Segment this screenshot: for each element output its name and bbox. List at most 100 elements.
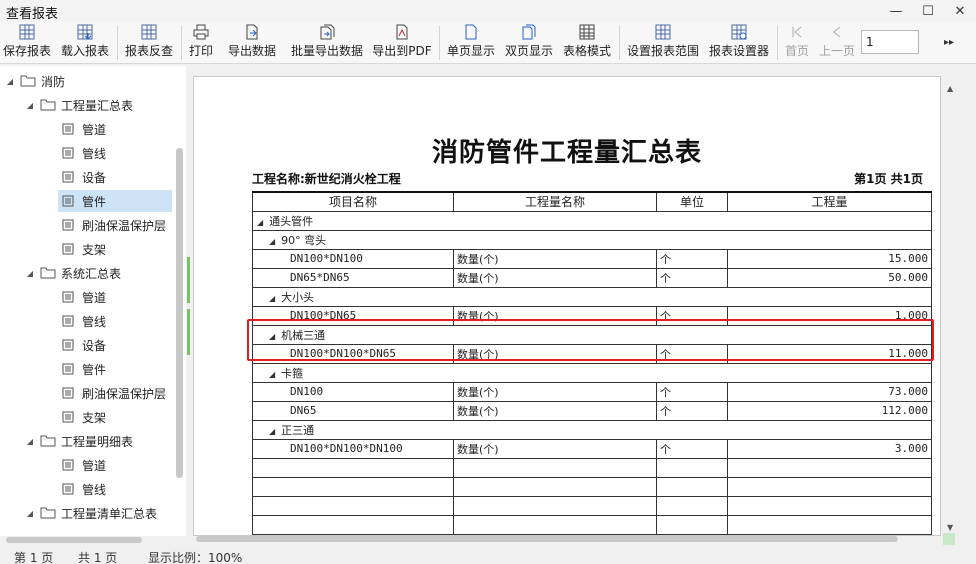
tree-group[interactable]: ◢ 系统汇总表 [24, 262, 121, 284]
collapse-arrow-icon[interactable]: ◢ [24, 101, 36, 110]
folder-icon [40, 267, 56, 279]
header-quantity: 工程量 [727, 191, 932, 212]
first-page-button[interactable]: 首页 [782, 24, 812, 62]
tree-group-label: 工程量汇总表 [61, 98, 134, 113]
tree-item[interactable]: 管件 [58, 190, 172, 212]
table-mode-button[interactable]: 表格模式 [560, 24, 614, 62]
folder-icon [40, 507, 56, 519]
tree-group-label: 工程量清单汇总表 [61, 506, 158, 521]
export-data-button[interactable]: 导出数据 [224, 24, 280, 62]
report-page-icon [62, 243, 74, 255]
tree-root[interactable]: ◢ 消防 [4, 70, 65, 92]
tree-item[interactable]: 管线 [58, 142, 114, 164]
tree-item[interactable]: 刷油保温保护层 [58, 382, 174, 404]
report-horizontal-scrollbar[interactable] [196, 536, 898, 542]
scroll-up-icon[interactable]: ▲ [947, 84, 953, 93]
report-reverse-button[interactable]: 报表反查 [122, 24, 176, 62]
single-page-button[interactable]: 单页显示 [444, 24, 498, 62]
group-cell[interactable]: ◢ 大小头 [252, 286, 932, 307]
load-report-button[interactable]: 载入报表 [58, 24, 112, 62]
quantity-cell: 1.000 [727, 305, 932, 326]
report-page-icon [62, 147, 74, 159]
collapse-arrow-icon[interactable]: ◢ [24, 509, 36, 518]
quantity-name-cell: 数量(个) [453, 343, 657, 364]
page-number-input[interactable] [861, 30, 919, 54]
collapse-arrow-icon[interactable]: ◢ [4, 77, 16, 86]
group-cell[interactable]: ◢ 正三通 [252, 419, 932, 440]
report-page-icon [62, 123, 74, 135]
export-pdf-button[interactable]: 导出到PDF [370, 24, 434, 62]
expand-arrow-icon[interactable]: ◢ [269, 370, 275, 379]
tree-item-label: 管道 [82, 290, 107, 305]
unit-cell: 个 [656, 267, 728, 288]
table-row: ◢ 90° 弯头 [252, 229, 932, 250]
tree-item[interactable]: 支架 [58, 406, 114, 428]
report-page-icon [62, 315, 74, 327]
group-cell[interactable]: ◢ 机械三通 [252, 324, 932, 345]
maximize-icon[interactable]: ☐ [912, 0, 944, 22]
tree-item-label: 支架 [82, 242, 107, 257]
grid-settings-icon [731, 24, 747, 40]
item-name-cell: DN100*DN100*DN100 [252, 438, 454, 459]
set-range-button[interactable]: 设置报表范围 [624, 24, 702, 62]
tree-item[interactable]: 管道 [58, 286, 114, 308]
report-page-icon [62, 411, 74, 423]
save-report-button[interactable]: 保存报表 [2, 24, 52, 62]
close-icon[interactable]: ✕ [944, 0, 976, 22]
tree-item[interactable]: 管件 [58, 358, 114, 380]
tree-item[interactable]: 管道 [58, 454, 114, 476]
tree-horizontal-scrollbar[interactable] [6, 537, 142, 543]
single-page-icon [465, 24, 477, 40]
tree-item[interactable]: 刷油保温保护层 [58, 214, 174, 236]
collapse-arrow-icon[interactable]: ◢ [24, 269, 36, 278]
tree-group[interactable]: ◢ 工程量汇总表 [24, 94, 133, 116]
item-name-cell: DN100*DN65 [252, 305, 454, 326]
tree-group-label: 系统汇总表 [61, 266, 122, 281]
tree-item[interactable]: 设备 [58, 334, 114, 356]
report-page-icon [62, 483, 74, 495]
header-item-name: 项目名称 [252, 191, 454, 212]
tree-item[interactable]: 管道 [58, 118, 114, 140]
item-name-cell: DN100 [252, 381, 454, 402]
pdf-icon [396, 24, 408, 40]
expand-arrow-icon[interactable]: ◢ [269, 427, 275, 436]
batch-export-button[interactable]: 批量导出数据 [288, 24, 366, 62]
toolbar-separator [117, 26, 118, 60]
table-row: DN100*DN100 数量(个) 个 15.000 [252, 248, 932, 269]
tree-group[interactable]: ◢ 工程量清单汇总表 [24, 502, 157, 524]
prev-page-button[interactable]: 上一页 [816, 24, 858, 62]
group-cell[interactable]: ◢ 卡箍 [252, 362, 932, 383]
tree-item-label: 设备 [82, 170, 107, 185]
table-row: ◢ 卡箍 [252, 362, 932, 383]
double-page-button[interactable]: 双页显示 [502, 24, 556, 62]
quantity-cell: 50.000 [727, 267, 932, 288]
toolbar-overflow-icon[interactable]: ▸▸ [944, 37, 954, 48]
expand-arrow-icon[interactable]: ◢ [269, 332, 275, 341]
minimize-icon[interactable]: — [880, 0, 912, 22]
print-button[interactable]: 打印 [186, 24, 216, 62]
quantity-name-cell: 数量(个) [453, 400, 657, 421]
collapse-arrow-icon[interactable]: ◢ [24, 437, 36, 446]
scroll-down-icon[interactable]: ▼ [947, 523, 953, 532]
report-settings-button[interactable]: 报表设置器 [706, 24, 772, 62]
tree-item-label: 管线 [82, 146, 107, 161]
toolbar-separator [181, 26, 182, 60]
tree-item-label: 管线 [82, 314, 107, 329]
report-vertical-scrollbar[interactable]: ▲ ▼ [943, 76, 959, 536]
expand-arrow-icon[interactable]: ◢ [269, 237, 275, 246]
tree-group[interactable]: ◢ 工程量明细表 [24, 430, 133, 452]
group-cell[interactable]: ◢ 通头管件 [252, 210, 932, 231]
grid-save-icon [19, 24, 35, 40]
tree-item[interactable]: 管线 [58, 310, 114, 332]
tree-item[interactable]: 支架 [58, 238, 114, 260]
prev-page-icon [833, 26, 841, 38]
tree-item[interactable]: 管线 [58, 478, 114, 500]
status-page: 第 1 页 [14, 551, 54, 564]
empty-cell [656, 457, 728, 478]
tree-scrollbar[interactable] [176, 148, 183, 478]
expand-arrow-icon[interactable]: ◢ [257, 218, 263, 227]
tree-item[interactable]: 设备 [58, 166, 114, 188]
report-title: 消防管件工程量汇总表 [431, 138, 702, 168]
expand-arrow-icon[interactable]: ◢ [269, 294, 275, 303]
group-cell[interactable]: ◢ 90° 弯头 [252, 229, 932, 250]
